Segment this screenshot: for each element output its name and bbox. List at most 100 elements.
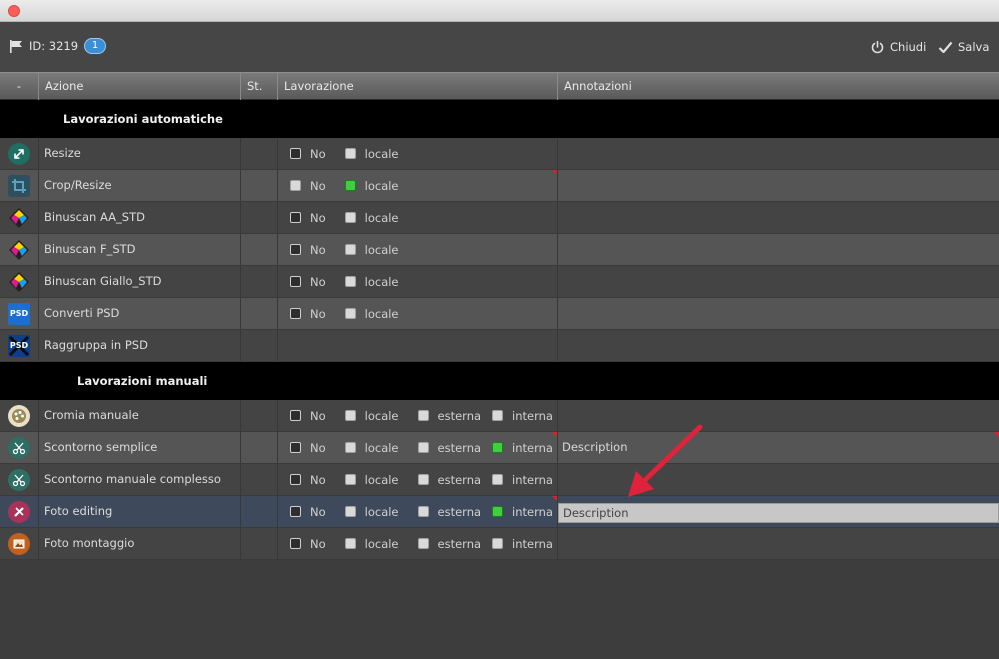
column-header-lavorazione[interactable]: Lavorazione (278, 73, 558, 100)
window-close-button[interactable] (8, 5, 20, 17)
status-cell (241, 266, 278, 297)
table-row[interactable]: Binuscan F_STD No locale (0, 234, 999, 266)
option-checkbox[interactable] (290, 538, 301, 549)
option-checkbox[interactable] (290, 148, 301, 159)
processing-cell: No locale esterna interna (278, 464, 558, 495)
option-checkbox[interactable] (492, 538, 504, 549)
option-label: esterna (437, 408, 482, 423)
option-checkbox[interactable] (344, 506, 356, 517)
option-label: locale (364, 472, 399, 487)
status-cell (241, 330, 278, 361)
option-checkbox[interactable] (290, 442, 301, 453)
power-icon (871, 40, 884, 53)
option-checkbox[interactable] (417, 410, 429, 421)
option-label: locale (364, 210, 399, 225)
option-checkbox[interactable] (344, 538, 356, 549)
table-row[interactable]: Foto montaggio No locale esterna interna (0, 528, 999, 560)
option-label: No (310, 536, 326, 551)
table-row[interactable]: Cromia manuale No locale esterna interna (0, 400, 999, 432)
annotation-text[interactable]: Description (562, 432, 628, 463)
action-name: Scontorno manuale complesso (39, 464, 241, 495)
option-checkbox[interactable] (344, 148, 356, 159)
table-row[interactable]: Resize No locale (0, 138, 999, 170)
table-row[interactable]: Scontorno semplice No locale esterna int… (0, 432, 999, 464)
option-0: No (290, 243, 326, 257)
option-checkbox[interactable] (290, 474, 301, 485)
count-badge[interactable]: 1 (84, 38, 106, 54)
column-header-dash[interactable]: - (0, 73, 39, 100)
processing-cell (278, 330, 558, 361)
column-header-st[interactable]: St. (241, 73, 278, 100)
option-checkbox[interactable] (344, 308, 356, 319)
option-1: locale (344, 306, 399, 321)
option-checkbox[interactable] (344, 410, 356, 421)
status-cell (241, 496, 278, 527)
option-0: No (290, 147, 326, 161)
option-checkbox[interactable] (492, 410, 504, 421)
row-icon-cell (0, 528, 39, 559)
option-checkbox[interactable] (290, 410, 301, 421)
annotation-cell[interactable] (558, 528, 999, 559)
annotation-cell[interactable] (558, 330, 999, 361)
option-label: locale (364, 146, 399, 161)
column-header-azione[interactable]: Azione (39, 73, 241, 100)
annotation-cell[interactable] (558, 298, 999, 329)
column-header-annotazioni[interactable]: Annotazioni (558, 73, 999, 100)
option-checkbox[interactable] (417, 442, 429, 453)
status-cell (241, 432, 278, 463)
table-row[interactable]: Binuscan AA_STD No locale (0, 202, 999, 234)
option-checkbox[interactable] (290, 308, 301, 319)
option-checkbox[interactable] (344, 276, 356, 287)
option-label: No (310, 242, 326, 257)
option-checkbox[interactable] (290, 506, 301, 517)
option-checkbox[interactable] (344, 212, 356, 223)
resize-icon (8, 142, 30, 165)
option-checkbox[interactable] (290, 212, 301, 223)
option-checkbox[interactable] (344, 244, 356, 255)
annotation-cell[interactable] (558, 202, 999, 233)
option-checkbox[interactable] (344, 442, 356, 453)
binuscan-icon (8, 207, 30, 229)
annotation-cell[interactable] (558, 138, 999, 169)
option-checkbox[interactable] (344, 474, 356, 485)
option-checkbox[interactable] (344, 180, 356, 191)
table-row[interactable]: Crop/Resize No locale (0, 170, 999, 202)
option-checkbox[interactable] (492, 506, 504, 517)
option-label: No (310, 472, 326, 487)
table-row[interactable]: Foto editing No locale esterna interna D… (0, 496, 999, 528)
option-checkbox[interactable] (417, 506, 429, 517)
save-button[interactable]: Salva (938, 38, 989, 56)
comment-marker (994, 432, 999, 437)
table-row[interactable]: PSD Converti PSD No locale (0, 298, 999, 330)
annotation-cell[interactable] (558, 170, 999, 201)
table-row[interactable]: Binuscan Giallo_STD No locale (0, 266, 999, 298)
option-checkbox[interactable] (290, 180, 301, 191)
action-name: Binuscan Giallo_STD (39, 266, 241, 297)
option-2: esterna (417, 408, 482, 423)
table-row[interactable]: Scontorno manuale complesso No locale es… (0, 464, 999, 496)
option-checkbox[interactable] (492, 442, 504, 453)
option-3: interna (492, 473, 553, 487)
option-checkbox[interactable] (417, 538, 429, 549)
option-2: esterna (417, 505, 481, 519)
option-checkbox[interactable] (290, 244, 301, 255)
grid-body: Lavorazioni automatiche Resize No locale (0, 100, 999, 560)
annotation-cell[interactable] (558, 266, 999, 297)
action-name: Foto editing (39, 496, 241, 527)
option-label: locale (364, 306, 399, 321)
table-row[interactable]: PSD Raggruppa in PSD (0, 330, 999, 362)
close-button[interactable]: Chiudi (870, 38, 926, 56)
row-icon-cell (0, 202, 39, 233)
section-header: Lavorazioni manuali (0, 362, 999, 400)
option-checkbox[interactable] (290, 276, 301, 287)
comment-marker (552, 432, 557, 437)
row-icon-cell (0, 432, 39, 463)
annotation-input[interactable] (558, 503, 999, 523)
option-checkbox[interactable] (492, 474, 504, 485)
row-icon-cell (0, 138, 39, 169)
option-1: locale (344, 179, 399, 193)
annotation-cell[interactable] (558, 234, 999, 265)
option-label: No (310, 408, 326, 423)
row-icon-cell (0, 464, 39, 495)
option-checkbox[interactable] (417, 474, 429, 485)
